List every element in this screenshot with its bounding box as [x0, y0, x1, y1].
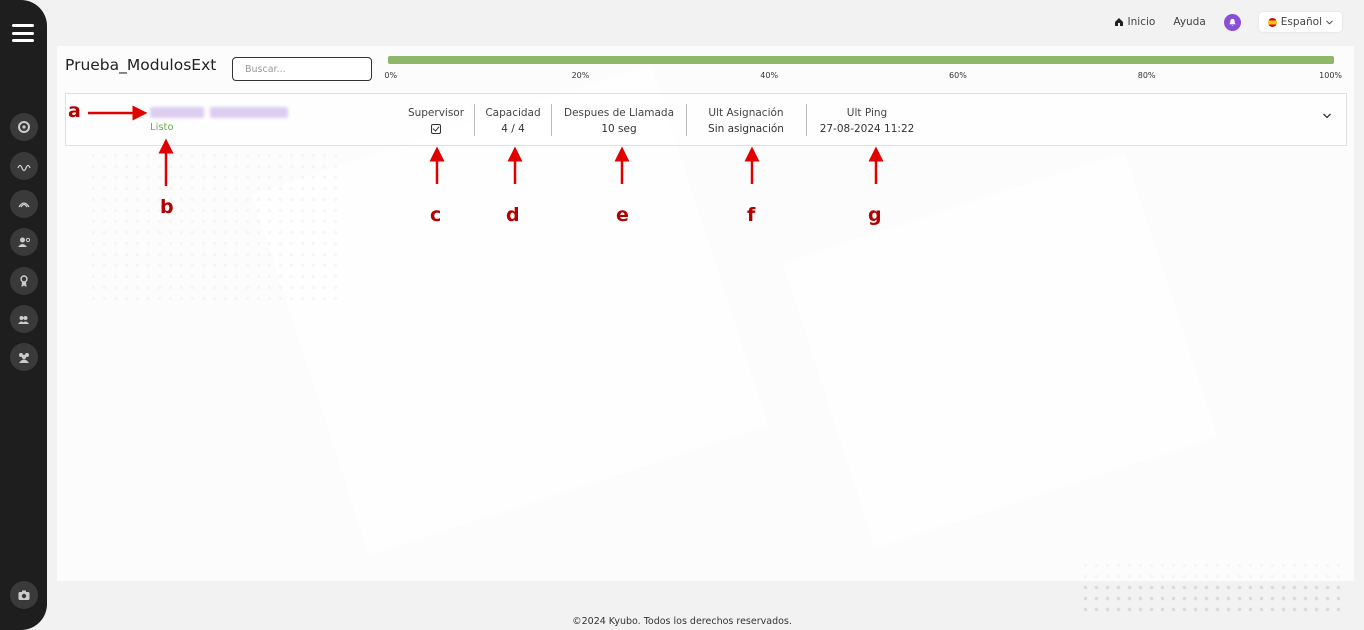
last-ping-label: Ult Ping: [846, 107, 888, 119]
progress-ticks: 0% 20% 40% 60% 80% 100%: [384, 71, 1344, 83]
home-icon: [1114, 18, 1123, 26]
annotation-g: g: [868, 204, 882, 226]
agent-name-redacted: [150, 107, 288, 118]
help-label: Ayuda: [1173, 16, 1206, 28]
supervisor-column: Supervisor: [401, 105, 471, 137]
sidebar: [0, 0, 47, 630]
home-label: Inicio: [1127, 16, 1156, 28]
capacity-value: 4 / 4: [501, 123, 525, 135]
help-link[interactable]: Ayuda: [1173, 16, 1205, 28]
capacity-column: Capacidad 4 / 4: [478, 105, 548, 137]
capacity-label: Capacidad: [485, 107, 541, 119]
annotation-f: f: [747, 204, 756, 226]
last-assignment-column: Ult Asignación Sin asignación: [690, 105, 802, 137]
supervisor-label: Supervisor: [407, 107, 465, 119]
after-call-label: Despues de Llamada: [563, 107, 675, 119]
footer-copyright: ©2024 Kyubo. Todos los derechos reservad…: [572, 616, 792, 627]
last-ping-value: 27-08-2024 11:22: [819, 123, 915, 135]
column-divider: [474, 104, 475, 136]
top-bar: Inicio Ayuda Español: [1114, 12, 1342, 32]
progress-tick: 80%: [1137, 71, 1156, 80]
after-call-column: Despues de Llamada 10 seg: [556, 105, 682, 137]
search-input[interactable]: [232, 57, 372, 81]
progress-tick: 20%: [571, 71, 590, 80]
target-icon[interactable]: [10, 113, 38, 141]
wave-icon[interactable]: [10, 152, 38, 180]
capacity-progress-bar: [388, 56, 1334, 64]
menu-icon[interactable]: [12, 24, 34, 42]
expand-chevron-icon[interactable]: [1322, 111, 1332, 121]
badge-icon[interactable]: [10, 267, 38, 295]
last-assignment-label: Ult Asignación: [708, 107, 784, 119]
chevron-down-icon: [1326, 19, 1333, 25]
column-divider: [551, 104, 552, 136]
progress-tick: 60%: [949, 71, 967, 80]
last-ping-column: Ult Ping 27-08-2024 11:22: [811, 105, 923, 137]
page-title: Prueba_ModulosExt: [65, 56, 217, 74]
annotation-b: b: [160, 196, 174, 218]
agent-status: Listo: [150, 122, 174, 133]
last-assignment-value: Sin asignación: [708, 123, 784, 135]
language-selector[interactable]: Español: [1258, 12, 1342, 32]
annotation-a: a: [68, 100, 81, 122]
annotation-d: d: [506, 204, 520, 226]
home-link[interactable]: Inicio: [1114, 16, 1156, 28]
annotation-e: e: [616, 204, 629, 226]
notification-bell-icon[interactable]: [1223, 13, 1241, 31]
group-icon[interactable]: [10, 343, 38, 371]
progress-fill: [388, 56, 1334, 64]
column-divider: [806, 104, 807, 136]
spain-flag-icon: [1267, 17, 1277, 27]
signal-icon[interactable]: [10, 190, 38, 218]
progress-tick: 100%: [1319, 71, 1343, 80]
annotation-c: c: [430, 204, 442, 226]
after-call-value: 10 seg: [601, 123, 637, 135]
progress-tick: 40%: [760, 71, 779, 80]
language-label: Español: [1280, 16, 1322, 28]
camera-icon[interactable]: [10, 581, 38, 609]
user-settings-icon[interactable]: [10, 228, 38, 256]
agent-row[interactable]: Listo Supervisor Capacidad 4 / 4 Despues…: [65, 93, 1347, 146]
users-settings-icon[interactable]: [10, 305, 38, 333]
column-divider: [686, 104, 687, 136]
supervisor-checkbox[interactable]: [431, 124, 441, 134]
progress-tick: 0%: [384, 71, 398, 80]
